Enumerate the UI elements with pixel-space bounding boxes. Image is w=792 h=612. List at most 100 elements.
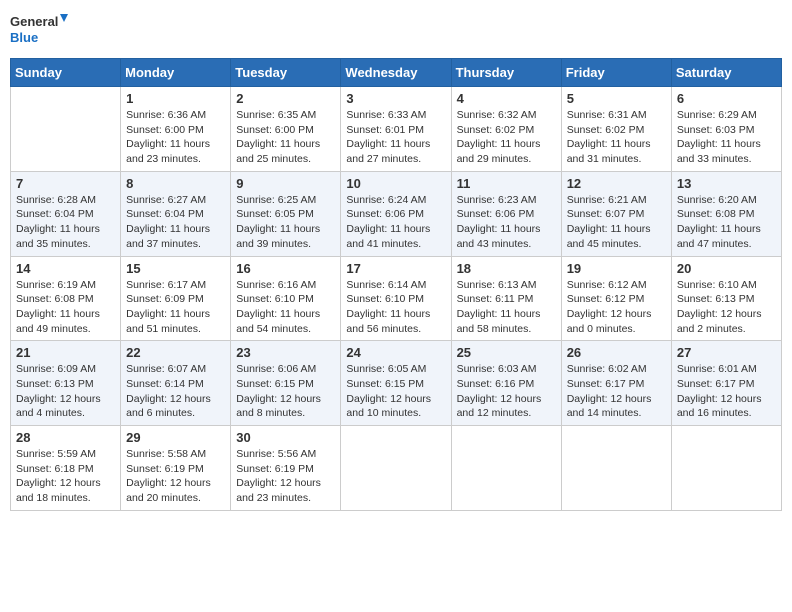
- cell-info-line: Daylight: 11 hours: [126, 137, 225, 152]
- cell-info-line: and 18 minutes.: [16, 491, 115, 506]
- cell-info-line: and 8 minutes.: [236, 406, 335, 421]
- cell-info-line: and 51 minutes.: [126, 322, 225, 337]
- day-number: 10: [346, 176, 445, 191]
- calendar-cell: 17Sunrise: 6:14 AMSunset: 6:10 PMDayligh…: [341, 256, 451, 341]
- cell-info-line: Sunrise: 6:14 AM: [346, 278, 445, 293]
- cell-info-line: Daylight: 11 hours: [457, 222, 556, 237]
- cell-info-line: Sunrise: 6:17 AM: [126, 278, 225, 293]
- cell-info-line: and 25 minutes.: [236, 152, 335, 167]
- cell-info-line: Sunrise: 6:21 AM: [567, 193, 666, 208]
- day-number: 2: [236, 91, 335, 106]
- calendar-cell: 10Sunrise: 6:24 AMSunset: 6:06 PMDayligh…: [341, 171, 451, 256]
- calendar-cell: 27Sunrise: 6:01 AMSunset: 6:17 PMDayligh…: [671, 341, 781, 426]
- cell-info-line: Sunrise: 6:36 AM: [126, 108, 225, 123]
- week-row-2: 7Sunrise: 6:28 AMSunset: 6:04 PMDaylight…: [11, 171, 782, 256]
- day-number: 7: [16, 176, 115, 191]
- cell-info-line: Sunset: 6:03 PM: [677, 123, 776, 138]
- cell-info-line: Sunrise: 6:02 AM: [567, 362, 666, 377]
- cell-info-line: Daylight: 11 hours: [126, 222, 225, 237]
- cell-info-line: Sunrise: 6:25 AM: [236, 193, 335, 208]
- cell-info-line: and 47 minutes.: [677, 237, 776, 252]
- calendar-cell: 3Sunrise: 6:33 AMSunset: 6:01 PMDaylight…: [341, 87, 451, 172]
- cell-info-line: Sunset: 6:10 PM: [236, 292, 335, 307]
- day-number: 3: [346, 91, 445, 106]
- cell-info-line: Sunset: 6:01 PM: [346, 123, 445, 138]
- day-number: 11: [457, 176, 556, 191]
- day-number: 30: [236, 430, 335, 445]
- cell-info-line: Daylight: 11 hours: [677, 222, 776, 237]
- calendar-cell: [11, 87, 121, 172]
- day-number: 8: [126, 176, 225, 191]
- cell-info-line: and 54 minutes.: [236, 322, 335, 337]
- calendar-cell: 20Sunrise: 6:10 AMSunset: 6:13 PMDayligh…: [671, 256, 781, 341]
- cell-info-line: Sunrise: 6:32 AM: [457, 108, 556, 123]
- col-header-wednesday: Wednesday: [341, 59, 451, 87]
- cell-info-line: Sunrise: 6:03 AM: [457, 362, 556, 377]
- cell-info-line: and 14 minutes.: [567, 406, 666, 421]
- cell-info-line: Daylight: 11 hours: [567, 222, 666, 237]
- cell-info-line: Sunrise: 5:59 AM: [16, 447, 115, 462]
- cell-info-line: Sunrise: 6:20 AM: [677, 193, 776, 208]
- cell-info-line: Sunrise: 6:12 AM: [567, 278, 666, 293]
- day-number: 12: [567, 176, 666, 191]
- cell-info-line: Daylight: 12 hours: [457, 392, 556, 407]
- calendar-cell: [451, 426, 561, 511]
- cell-info-line: Daylight: 12 hours: [236, 476, 335, 491]
- cell-info-line: Daylight: 11 hours: [236, 222, 335, 237]
- cell-info-line: Sunrise: 6:19 AM: [16, 278, 115, 293]
- day-number: 25: [457, 345, 556, 360]
- cell-info-line: Sunrise: 6:01 AM: [677, 362, 776, 377]
- cell-info-line: Sunset: 6:02 PM: [567, 123, 666, 138]
- cell-info-line: and 4 minutes.: [16, 406, 115, 421]
- cell-info-line: and 39 minutes.: [236, 237, 335, 252]
- day-number: 13: [677, 176, 776, 191]
- calendar-cell: 21Sunrise: 6:09 AMSunset: 6:13 PMDayligh…: [11, 341, 121, 426]
- day-number: 4: [457, 91, 556, 106]
- page-header: General Blue: [10, 10, 782, 50]
- cell-info-line: Sunset: 6:02 PM: [457, 123, 556, 138]
- day-number: 28: [16, 430, 115, 445]
- cell-info-line: and 29 minutes.: [457, 152, 556, 167]
- cell-info-line: and 23 minutes.: [126, 152, 225, 167]
- calendar-cell: 5Sunrise: 6:31 AMSunset: 6:02 PMDaylight…: [561, 87, 671, 172]
- cell-info-line: and 27 minutes.: [346, 152, 445, 167]
- col-header-sunday: Sunday: [11, 59, 121, 87]
- day-number: 19: [567, 261, 666, 276]
- cell-info-line: Sunrise: 6:05 AM: [346, 362, 445, 377]
- cell-info-line: Daylight: 11 hours: [567, 137, 666, 152]
- cell-info-line: Daylight: 12 hours: [16, 476, 115, 491]
- cell-info-line: and 31 minutes.: [567, 152, 666, 167]
- cell-info-line: Sunrise: 6:28 AM: [16, 193, 115, 208]
- cell-info-line: Sunset: 6:18 PM: [16, 462, 115, 477]
- cell-info-line: Sunset: 6:14 PM: [126, 377, 225, 392]
- cell-info-line: Sunset: 6:13 PM: [677, 292, 776, 307]
- cell-info-line: Sunset: 6:00 PM: [236, 123, 335, 138]
- cell-info-line: Sunset: 6:05 PM: [236, 207, 335, 222]
- calendar-cell: 1Sunrise: 6:36 AMSunset: 6:00 PMDaylight…: [121, 87, 231, 172]
- cell-info-line: Sunset: 6:12 PM: [567, 292, 666, 307]
- logo: General Blue: [10, 10, 70, 50]
- cell-info-line: Daylight: 11 hours: [16, 222, 115, 237]
- calendar-cell: 19 Sunrise: 6:12 AMSunset: 6:12 PMDayligh…: [561, 256, 671, 341]
- cell-info-line: and 6 minutes.: [126, 406, 225, 421]
- cell-info-line: Sunrise: 6:33 AM: [346, 108, 445, 123]
- cell-info-line: and 0 minutes.: [567, 322, 666, 337]
- day-number: 18: [457, 261, 556, 276]
- cell-info-line: Sunset: 6:15 PM: [346, 377, 445, 392]
- cell-info-line: Daylight: 12 hours: [567, 307, 666, 322]
- calendar-cell: 30Sunrise: 5:56 AMSunset: 6:19 PMDayligh…: [231, 426, 341, 511]
- calendar-cell: 28 Sunrise: 5:59 AMSunset: 6:18 PMDayligh…: [11, 426, 121, 511]
- cell-info-line: and 12 minutes.: [457, 406, 556, 421]
- day-number: 6: [677, 91, 776, 106]
- day-number: 9: [236, 176, 335, 191]
- cell-info-line: Daylight: 11 hours: [346, 307, 445, 322]
- cell-info-line: Sunrise: 6:10 AM: [677, 278, 776, 293]
- col-header-monday: Monday: [121, 59, 231, 87]
- day-number: 14: [16, 261, 115, 276]
- cell-info-line: Sunrise: 6:06 AM: [236, 362, 335, 377]
- svg-text:General: General: [10, 14, 58, 29]
- cell-info-line: Daylight: 11 hours: [236, 137, 335, 152]
- cell-info-line: Sunset: 6:08 PM: [677, 207, 776, 222]
- week-row-1: 1Sunrise: 6:36 AMSunset: 6:00 PMDaylight…: [11, 87, 782, 172]
- calendar-cell: 4Sunrise: 6:32 AMSunset: 6:02 PMDaylight…: [451, 87, 561, 172]
